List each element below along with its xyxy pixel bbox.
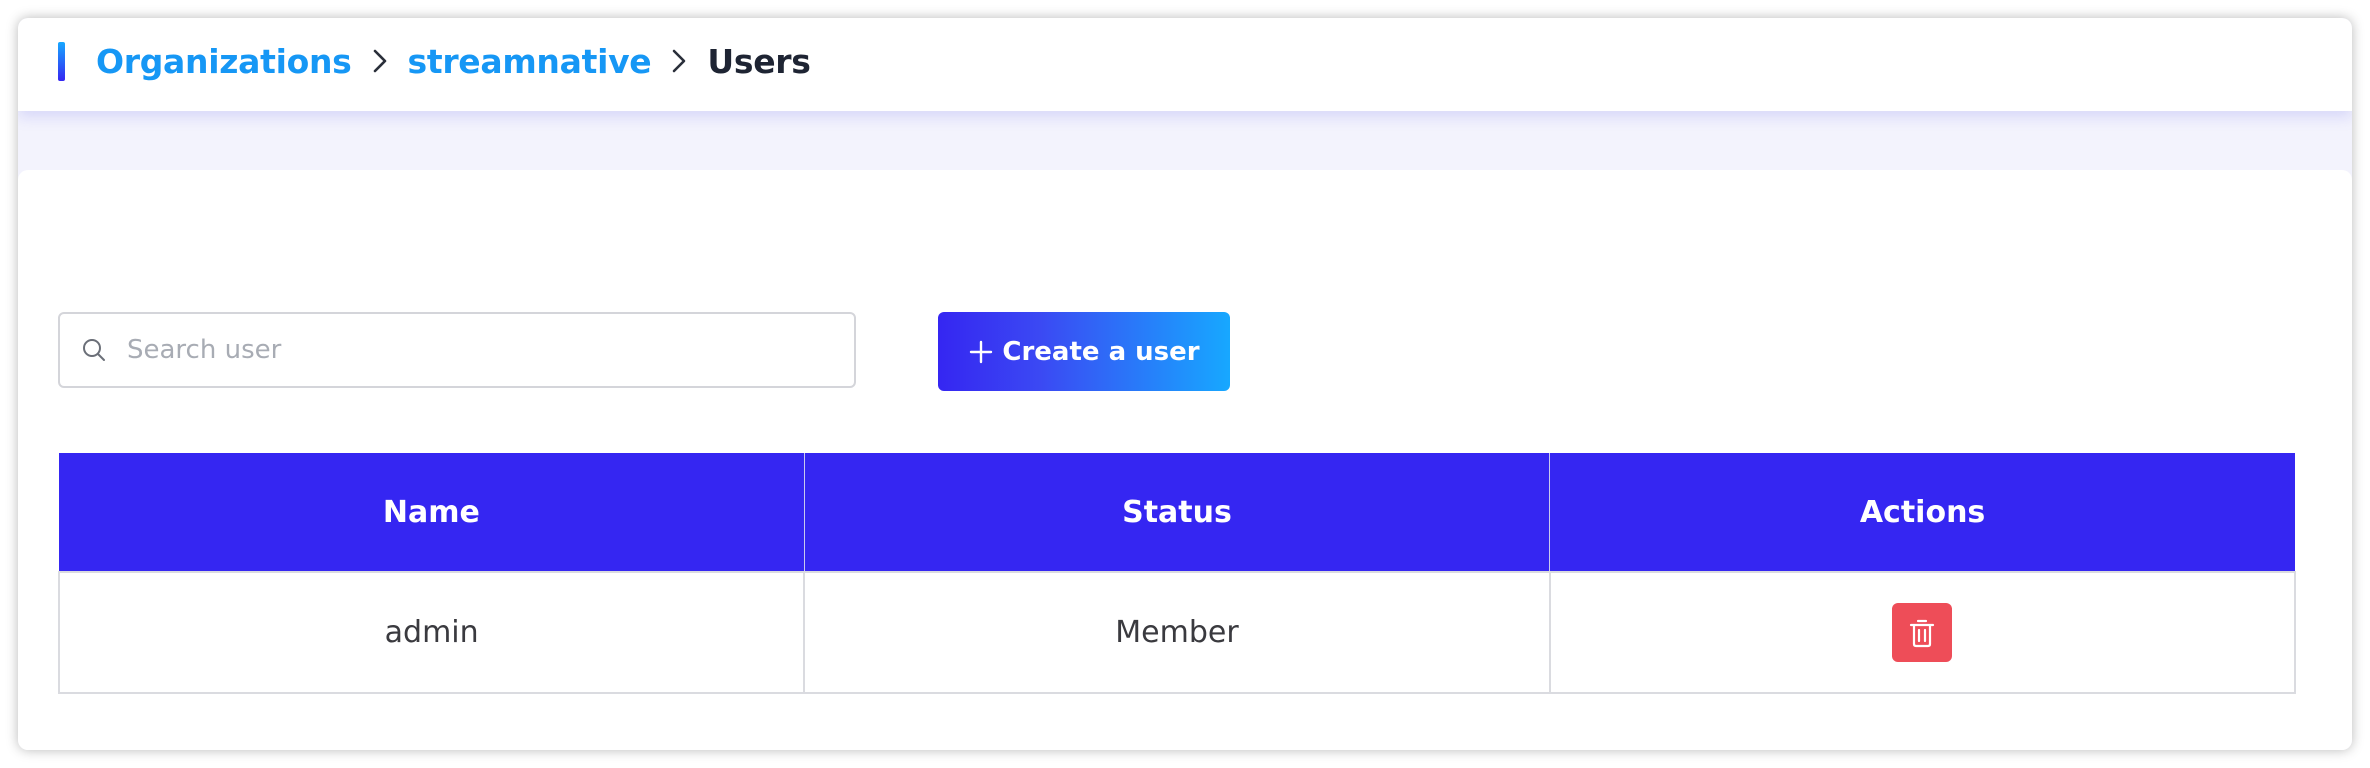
column-header-name: Name	[59, 453, 805, 572]
page-header: Organizations streamnative Users	[18, 18, 2352, 111]
search-input[interactable]	[125, 334, 809, 366]
trash-icon	[1910, 619, 1935, 647]
user-actions-cell	[1548, 571, 2297, 694]
table-row: admin Member	[57, 571, 2297, 694]
create-user-button[interactable]: Create a user	[938, 312, 1230, 391]
breadcrumb: Organizations streamnative Users	[96, 38, 811, 84]
column-header-actions: Actions	[1549, 453, 2295, 572]
users-panel: Create a user Name Status Actions admin …	[18, 170, 2352, 750]
breadcrumb-current-page: Users	[707, 41, 811, 81]
delete-user-button[interactable]	[1892, 603, 1953, 662]
table-header-row: Name Status Actions	[59, 453, 2295, 572]
plus-icon	[968, 339, 994, 365]
chevron-right-icon	[651, 38, 707, 84]
create-user-label: Create a user	[1002, 336, 1200, 367]
chevron-right-icon	[352, 38, 408, 84]
search-box[interactable]	[58, 312, 856, 388]
header-accent-bar	[58, 42, 65, 81]
user-name-cell: admin	[57, 571, 806, 694]
breadcrumb-streamnative-link[interactable]: streamnative	[408, 42, 652, 81]
user-status-cell: Member	[803, 571, 1551, 694]
users-table: Name Status Actions admin Member	[57, 453, 2297, 694]
page-frame: Organizations streamnative Users Create …	[18, 18, 2352, 750]
search-icon	[81, 337, 107, 363]
breadcrumb-organizations-link[interactable]: Organizations	[96, 42, 352, 81]
column-header-status: Status	[803, 453, 1550, 572]
